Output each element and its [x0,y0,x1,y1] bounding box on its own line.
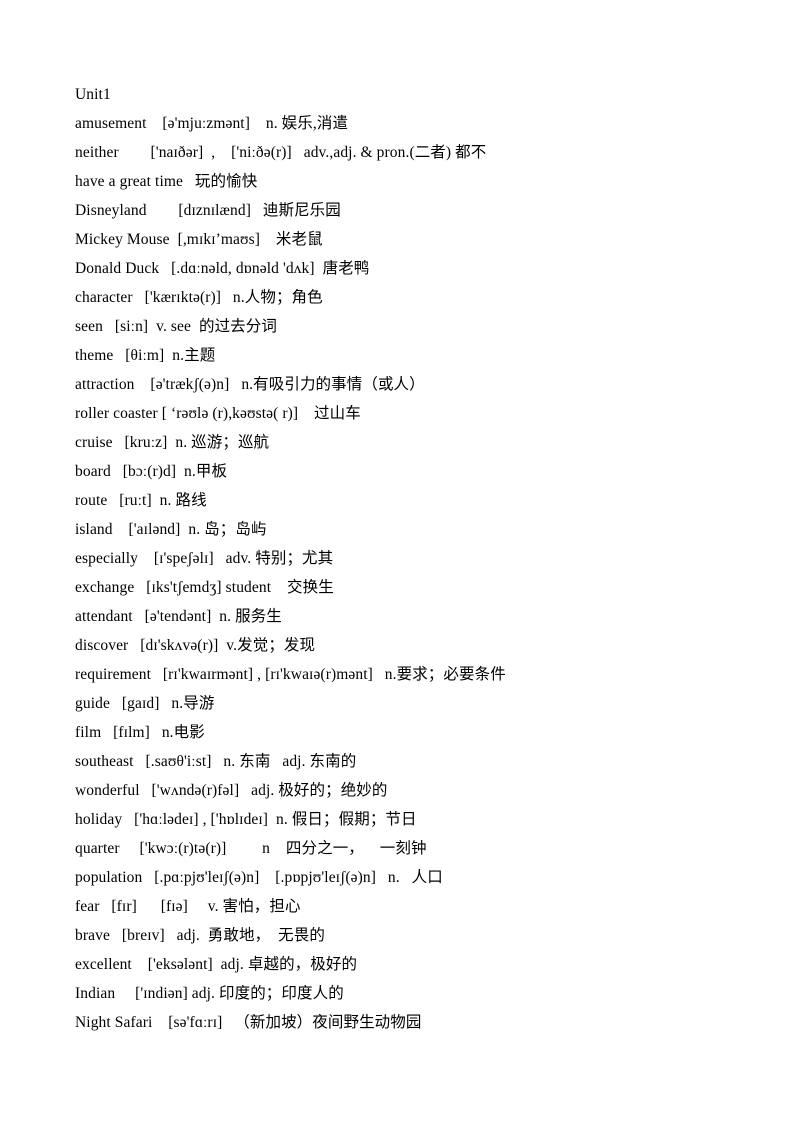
vocab-entry-cruise: cruise [kruːz] n. 巡游；巡航 [75,434,270,451]
vocab-entry-guide: guide [gaɪd] n.导游 [75,695,215,712]
vocab-entry-discover: discover [dɪ'skʌvə(r)] v.发觉；发现 [75,637,316,654]
vocab-entry-theme: theme [θiːm] n.主题 [75,347,216,364]
vocab-entry-route: route [ruːt] n. 路线 [75,492,207,509]
vocab-entry-character: character ['kærɪktə(r)] n.人物；角色 [75,289,323,306]
vocab-entry-quarter: quarter ['kwɔː(r)tə(r)] n 四分之一， 一刻钟 [75,840,427,857]
vocabulary-list: Unit1 amusement [ə'mjuːzmənt] n. 娱乐,消遣 n… [75,80,725,1037]
vocab-entry-have-a-great-time: have a great time 玩的愉快 [75,173,258,190]
document-page: Unit1 amusement [ə'mjuːzmənt] n. 娱乐,消遣 n… [0,0,793,1122]
vocab-entry-roller-coaster: roller coaster [ ‘rəʊlə (r),kəʊstə( r)] … [75,405,361,422]
vocab-entry-requirement: requirement [rɪ'kwaɪrmənt] , [rɪ'kwaɪə(r… [75,666,506,683]
vocab-entry-population: population [.pɑːpjʊ'leɪʃ(ə)n] [.pɒpjʊ'le… [75,869,443,886]
vocab-entry-exchange-student: exchange [ɪks'tʃemdʒ] student 交换生 [75,579,334,596]
vocab-entry-attraction: attraction [ə'trækʃ(ə)n] n.有吸引力的事情（或人） [75,376,425,393]
vocab-entry-donald-duck: Donald Duck [.dɑːnəld, dɒnəld 'dʌk] 唐老鸭 [75,260,370,277]
vocab-entry-holiday: holiday ['hɑːlədeɪ] , ['hɒlɪdeɪ] n. 假日；假… [75,811,417,828]
vocab-entry-board: board [bɔː(r)d] n.甲板 [75,463,228,480]
vocab-entry-amusement: amusement [ə'mjuːzmənt] n. 娱乐,消遣 [75,115,349,132]
vocab-entry-night-safari: Night Safari [sə'fɑːrɪ] （新加坡）夜间野生动物园 [75,1014,422,1031]
vocab-entry-southeast: southeast [.saʊθ'iːst] n. 东南 adj. 东南的 [75,753,357,770]
vocab-entry-mickey-mouse: Mickey Mouse [,mɪkɪ’maʊs] 米老鼠 [75,231,323,248]
vocab-entry-indian: Indian ['ɪndiən] adj. 印度的；印度人的 [75,985,344,1002]
vocab-entry-brave: brave [breɪv] adj. 勇敢地， 无畏的 [75,927,325,944]
unit-heading: Unit1 [75,86,111,103]
vocab-entry-disneyland: Disneyland [dɪznɪlænd] 迪斯尼乐园 [75,202,341,219]
vocab-entry-island: island ['aɪlənd] n. 岛；岛屿 [75,521,267,538]
vocab-entry-especially: especially [ɪ'speʃəlɪ] adv. 特别；尤其 [75,550,334,567]
vocab-entry-neither: neither ['naɪðər] , ['niːðə(r)] adv.,adj… [75,144,487,161]
vocab-entry-seen: seen [siːn] v. see 的过去分词 [75,318,277,335]
vocab-entry-fear: fear [fɪr] [fɪə] v. 害怕，担心 [75,898,301,915]
vocab-entry-film: film [fɪlm] n.电影 [75,724,205,741]
vocab-entry-wonderful: wonderful ['wʌndə(r)fəl] adj. 极好的；绝妙的 [75,782,388,799]
vocab-entry-attendant: attendant [ə'tendənt] n. 服务生 [75,608,282,625]
vocab-entry-excellent: excellent ['eksələnt] adj. 卓越的，极好的 [75,956,358,973]
